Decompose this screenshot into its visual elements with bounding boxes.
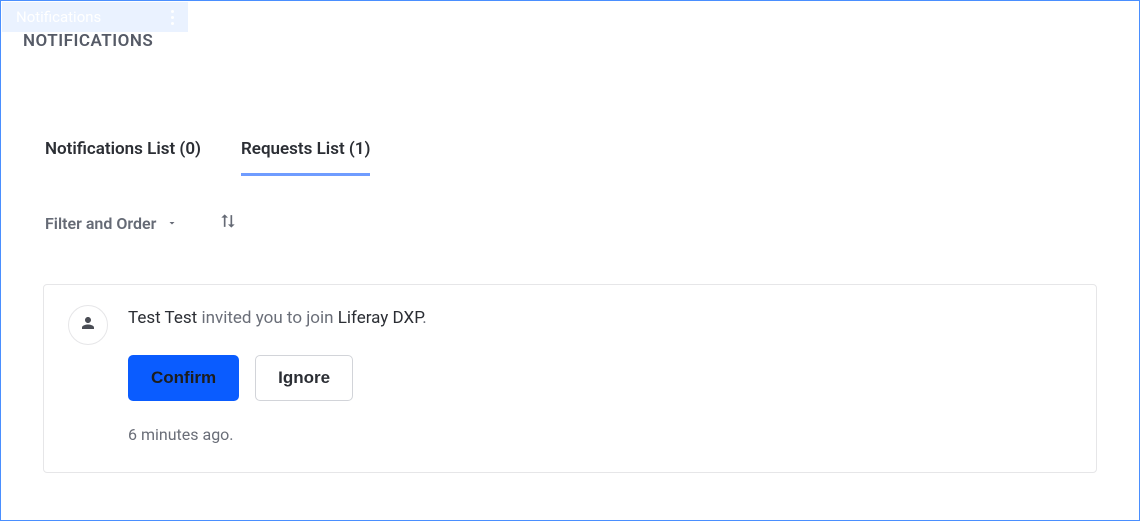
ghost-header-label: Notifications xyxy=(16,8,101,26)
request-middle: invited you to join xyxy=(197,308,338,328)
ellipsis-vertical-icon[interactable] xyxy=(171,10,174,25)
request-card: Test Test invited you to join Liferay DX… xyxy=(43,284,1097,473)
filter-and-order-label: Filter and Order xyxy=(45,214,156,233)
request-user: Test Test xyxy=(128,308,197,328)
tab-requests-list[interactable]: Requests List (1) xyxy=(241,139,370,176)
user-icon xyxy=(79,314,97,336)
request-timestamp: 6 minutes ago. xyxy=(128,425,1072,444)
avatar xyxy=(68,305,108,345)
chevron-down-icon xyxy=(166,214,178,233)
confirm-button[interactable]: Confirm xyxy=(128,355,239,401)
ignore-button[interactable]: Ignore xyxy=(255,355,353,401)
request-row: Test Test invited you to join Liferay DX… xyxy=(68,307,1072,444)
ghost-header: Notifications xyxy=(2,2,188,32)
page-title: NOTIFICATIONS xyxy=(23,31,153,51)
request-suffix: . xyxy=(422,308,426,328)
request-buttons: Confirm Ignore xyxy=(128,355,1072,401)
page-container: Notifications NOTIFICATIONS Notification… xyxy=(0,0,1140,521)
filter-and-order-dropdown[interactable]: Filter and Order xyxy=(45,214,178,233)
sort-icon[interactable] xyxy=(218,211,238,235)
request-body: Test Test invited you to join Liferay DX… xyxy=(128,307,1072,444)
tab-notifications-list[interactable]: Notifications List (0) xyxy=(45,139,201,176)
request-target: Liferay DXP xyxy=(338,308,423,328)
request-text: Test Test invited you to join Liferay DX… xyxy=(128,307,1072,331)
toolbar: Filter and Order xyxy=(45,211,238,235)
tabs: Notifications List (0) Requests List (1) xyxy=(45,139,370,176)
